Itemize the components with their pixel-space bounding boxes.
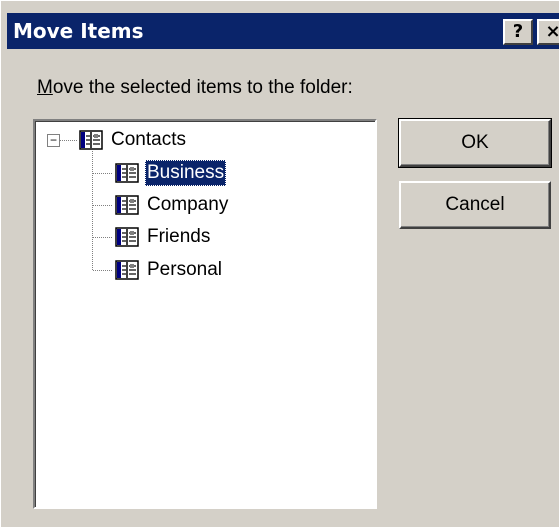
address-book-icon: [79, 130, 103, 150]
move-items-dialog: Move Items ? × Move the selected items t…: [0, 0, 559, 527]
tree-node-label: Personal: [147, 259, 222, 280]
tree-node-label: Business: [145, 160, 227, 186]
title-bar[interactable]: Move Items ? ×: [7, 13, 559, 49]
ok-button[interactable]: OK: [398, 118, 552, 168]
prompt-accelerator: M: [37, 77, 53, 98]
help-button[interactable]: ?: [503, 19, 533, 45]
tree-node-label: Contacts: [111, 129, 186, 150]
close-button[interactable]: ×: [537, 19, 559, 45]
collapse-toggle-contacts[interactable]: −: [47, 134, 60, 147]
address-book-icon: [115, 163, 139, 183]
cancel-button[interactable]: Cancel: [399, 181, 551, 229]
address-book-icon: [115, 227, 139, 247]
prompt-text: ove the selected items to the folder:: [52, 77, 353, 98]
address-book-icon: [115, 260, 139, 280]
folder-prompt-label: Move the selected items to the folder:: [37, 77, 353, 99]
folder-tree[interactable]: − Contacts Business Company Friends Pers…: [33, 119, 377, 509]
tree-node-label: Friends: [147, 226, 211, 247]
tree-node-label: Company: [147, 194, 229, 215]
address-book-icon: [115, 195, 139, 215]
window-title: Move Items: [13, 19, 144, 43]
